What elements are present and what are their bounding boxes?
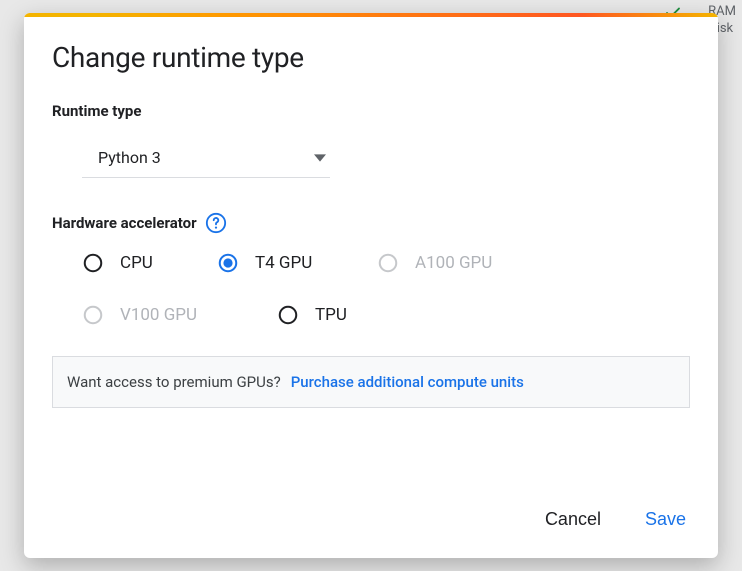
save-button[interactable]: Save	[641, 503, 690, 536]
radio-checked-icon	[217, 252, 239, 274]
hardware-accelerator-label: Hardware accelerator	[52, 212, 690, 234]
radio-v100-gpu: V100 GPU	[82, 304, 277, 326]
radio-tpu[interactable]: TPU	[277, 304, 417, 326]
purchase-compute-link[interactable]: Purchase additional compute units	[291, 373, 524, 391]
premium-gpu-promo: Want access to premium GPUs? Purchase ad…	[52, 356, 690, 408]
radio-label: A100 GPU	[415, 253, 492, 273]
help-icon[interactable]	[205, 212, 227, 234]
radio-t4-gpu[interactable]: T4 GPU	[217, 252, 377, 274]
dialog-title: Change runtime type	[52, 41, 690, 74]
runtime-type-select[interactable]: Python 3	[82, 138, 330, 178]
hardware-accelerator-label-text: Hardware accelerator	[52, 214, 197, 232]
dialog-content: Change runtime type Runtime type Python …	[24, 17, 718, 487]
radio-unchecked-icon	[82, 252, 104, 274]
radio-cpu[interactable]: CPU	[82, 252, 217, 274]
radio-label: V100 GPU	[120, 305, 197, 325]
radio-disabled-icon	[82, 304, 104, 326]
radio-label: CPU	[120, 253, 153, 273]
dialog-footer: Cancel Save	[24, 487, 718, 558]
radio-label: TPU	[315, 305, 347, 325]
radio-label: T4 GPU	[255, 253, 312, 273]
radio-disabled-icon	[377, 252, 399, 274]
chevron-down-icon	[314, 152, 326, 164]
radio-a100-gpu: A100 GPU	[377, 252, 547, 274]
radio-unchecked-icon	[277, 304, 299, 326]
accelerator-radio-group: CPU T4 GPU A100 GPU V100 GPU	[82, 252, 690, 326]
runtime-type-label: Runtime type	[52, 102, 690, 120]
promo-text: Want access to premium GPUs?	[67, 373, 281, 391]
runtime-type-selected-value: Python 3	[98, 148, 161, 167]
runtime-type-dialog: Change runtime type Runtime type Python …	[24, 13, 718, 558]
cancel-button[interactable]: Cancel	[541, 503, 605, 536]
